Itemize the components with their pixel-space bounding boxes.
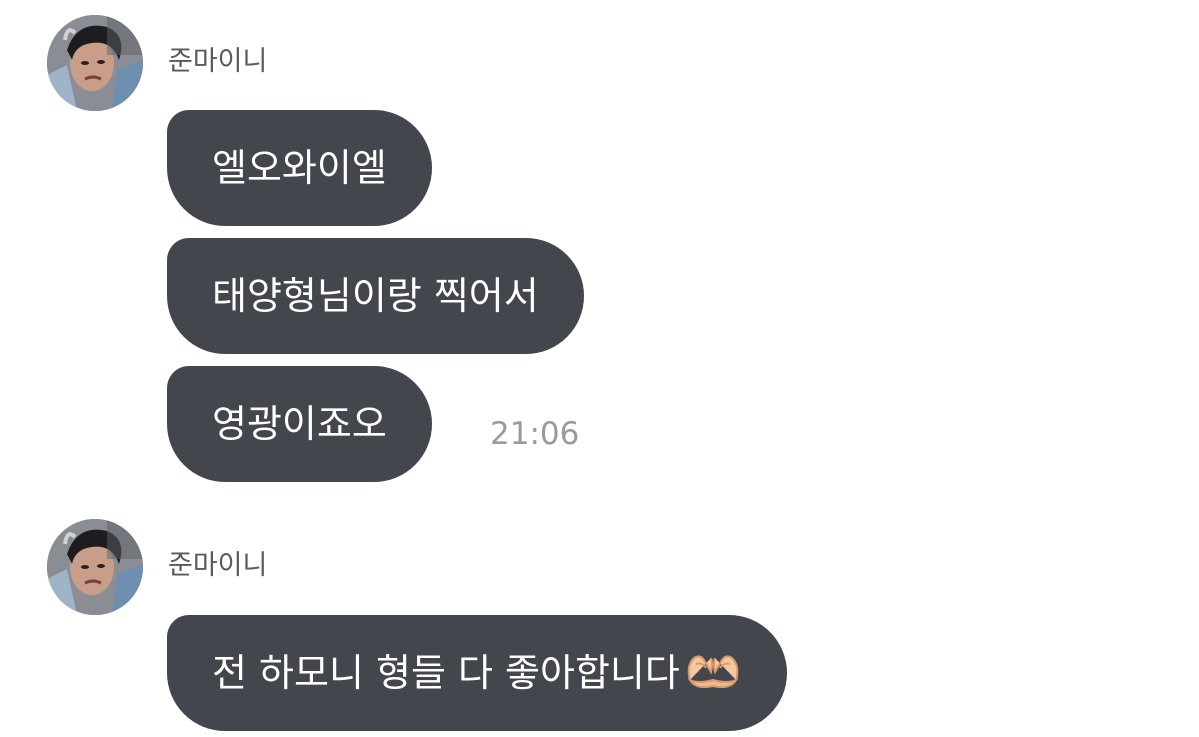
avatar[interactable] — [47, 519, 143, 615]
message-text: 태양형님이랑 찍어서 — [212, 274, 539, 318]
sender-name: 준마이니 — [168, 46, 268, 77]
message-text: 엘오와이엘 — [212, 146, 387, 190]
avatar-photo-icon — [47, 519, 143, 615]
message-bubble[interactable]: 태양형님이랑 찍어서 — [167, 238, 584, 354]
message-text: 영광이죠오 — [212, 402, 387, 446]
message-text: 전 하모니 형들 다 좋아합니다 — [212, 651, 680, 695]
message-group-2: 준마이니 전 하모니 형들 다 좋아합니다 — [0, 500, 1199, 731]
message-bubble[interactable]: 영광이죠오 — [167, 366, 432, 482]
message-bubble[interactable]: 엘오와이엘 — [167, 110, 432, 226]
message-timestamp: 21:06 — [490, 416, 580, 452]
heart-hands-icon — [684, 621, 742, 737]
message-bubble[interactable]: 전 하모니 형들 다 좋아합니다 — [167, 615, 787, 731]
sender-name: 준마이니 — [168, 550, 268, 581]
avatar-photo-icon — [47, 15, 143, 111]
message-group-1: 준마이니 엘오와이엘 태양형님이랑 찍어서 영광이죠오 21:06 — [0, 0, 1199, 500]
avatar[interactable] — [47, 15, 143, 111]
